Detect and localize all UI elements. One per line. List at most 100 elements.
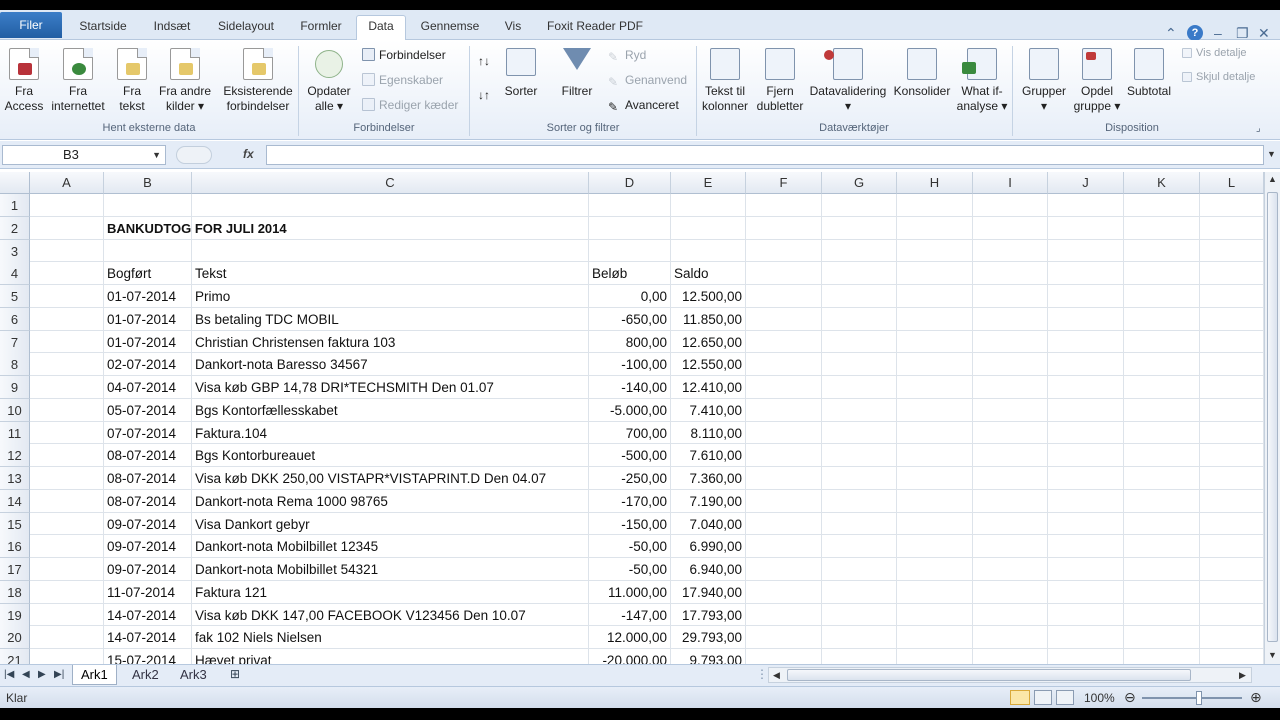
horizontal-scroll-thumb[interactable] [787, 669, 1191, 681]
cell-balance[interactable]: 7.360,00 [674, 467, 745, 490]
cell-date[interactable]: 08-07-2014 [107, 467, 191, 490]
cell-text[interactable]: Faktura.104 [195, 422, 588, 445]
clear-filter-button[interactable]: ✎ Ryd [608, 46, 646, 64]
column-header-b[interactable]: B [104, 172, 192, 194]
cell-date[interactable]: 01-07-2014 [107, 331, 191, 354]
edit-links-button[interactable]: Rediger kæder [362, 96, 458, 114]
vertical-scrollbar[interactable]: ▲ ▼ [1264, 172, 1280, 664]
from-web-button[interactable]: Fra internettet [46, 48, 110, 114]
header-cell-text[interactable]: Tekst [195, 262, 588, 285]
cell-text[interactable]: Christian Christensen faktura 103 [195, 331, 588, 354]
column-header-g[interactable]: G [822, 172, 897, 194]
data-validation-button[interactable]: Datavalidering ▾ [806, 48, 890, 114]
cell-amount[interactable]: -250,00 [592, 467, 670, 490]
scroll-right-icon[interactable]: ▶ [1239, 670, 1246, 681]
connections-button[interactable]: Forbindelser [362, 46, 446, 64]
cell-amount[interactable]: -50,00 [592, 558, 670, 581]
cell-date[interactable]: 14-07-2014 [107, 626, 191, 649]
row-header-12[interactable]: 12 [0, 444, 30, 468]
row-header-11[interactable]: 11 [0, 421, 30, 445]
cell-date[interactable]: 08-07-2014 [107, 444, 191, 467]
row-header-18[interactable]: 18 [0, 580, 30, 604]
filter-button[interactable]: Filtrer [556, 48, 598, 99]
cell-text[interactable]: Hævet privat [195, 649, 588, 664]
column-header-d[interactable]: D [589, 172, 671, 194]
column-header-e[interactable]: E [671, 172, 746, 194]
zoom-out-icon[interactable]: ⊖ [1124, 689, 1136, 706]
hide-detail-button[interactable]: Skjul detalje [1182, 68, 1255, 86]
cell-amount[interactable]: -650,00 [592, 308, 670, 331]
cell-amount[interactable]: -170,00 [592, 490, 670, 513]
cell-amount[interactable]: 11.000,00 [592, 581, 670, 604]
formula-input[interactable] [266, 145, 1264, 165]
horizontal-scrollbar[interactable]: ◀ ▶ [768, 667, 1252, 683]
cell-balance[interactable]: 12.410,00 [674, 376, 745, 399]
cell-amount[interactable]: -20.000,00 [592, 649, 670, 664]
advanced-filter-button[interactable]: ✎ Avanceret [608, 96, 679, 114]
cell-text[interactable]: Bs betaling TDC MOBIL [195, 308, 588, 331]
properties-button[interactable]: Egenskaber [362, 71, 443, 89]
row-header-15[interactable]: 15 [0, 512, 30, 536]
cell-date[interactable]: 01-07-2014 [107, 285, 191, 308]
cell-amount[interactable]: -140,00 [592, 376, 670, 399]
sort-button[interactable]: Sorter [500, 48, 542, 99]
cell-date[interactable]: 09-07-2014 [107, 535, 191, 558]
cell-text[interactable]: Primo [195, 285, 588, 308]
cell-text[interactable]: Dankort-nota Mobilbillet 12345 [195, 535, 588, 558]
reapply-button[interactable]: ✎ Genanvend [608, 71, 687, 89]
tab-review[interactable]: Gennemse [412, 16, 488, 40]
cell-text[interactable]: Dankort-nota Rema 1000 98765 [195, 490, 588, 513]
consolidate-button[interactable]: Konsolider [890, 48, 954, 99]
tab-insert[interactable]: Indsæt [144, 16, 200, 40]
row-header-14[interactable]: 14 [0, 489, 30, 513]
column-header-c[interactable]: C [192, 172, 589, 194]
first-sheet-icon[interactable]: |◀ [4, 669, 14, 680]
row-header-19[interactable]: 19 [0, 603, 30, 627]
cell-text[interactable]: Visa køb GBP 14,78 DRI*TECHSMITH Den 01.… [195, 376, 588, 399]
header-cell-balance[interactable]: Saldo [674, 262, 745, 285]
cell-amount[interactable]: -150,00 [592, 513, 670, 536]
cell-date[interactable]: 09-07-2014 [107, 558, 191, 581]
row-header-20[interactable]: 20 [0, 626, 30, 650]
cell-amount[interactable]: 0,00 [592, 285, 670, 308]
cell-text[interactable]: Bgs Kontorbureauet [195, 444, 588, 467]
cell-balance[interactable]: 7.610,00 [674, 444, 745, 467]
tab-view[interactable]: Vis [496, 16, 530, 40]
cell-balance[interactable]: 7.040,00 [674, 513, 745, 536]
tab-split-handle[interactable]: ⋮ [756, 667, 768, 681]
cell-balance[interactable]: 9.793,00 [674, 649, 745, 664]
cell-amount[interactable]: 800,00 [592, 331, 670, 354]
cell-balance[interactable]: 12.650,00 [674, 331, 745, 354]
existing-connections-button[interactable]: Eksisterende forbindelser [220, 48, 296, 114]
row-header-17[interactable]: 17 [0, 558, 30, 581]
zoom-slider-track[interactable] [1142, 697, 1242, 699]
cell-text[interactable]: Dankort-nota Baresso 34567 [195, 353, 588, 376]
header-cell-amount[interactable]: Beløb [592, 262, 670, 285]
cell-amount[interactable]: 700,00 [592, 422, 670, 445]
column-header-a[interactable]: A [30, 172, 104, 194]
show-detail-button[interactable]: Vis detalje [1182, 44, 1247, 62]
header-cell-date[interactable]: Bogført [107, 262, 191, 285]
cell-balance[interactable]: 12.550,00 [674, 353, 745, 376]
subtotal-button[interactable]: Subtotal [1122, 48, 1176, 99]
row-header-8[interactable]: 8 [0, 353, 30, 377]
cell-amount[interactable]: 12.000,00 [592, 626, 670, 649]
sort-z-to-a-icon[interactable]: ↓↑ [478, 86, 490, 104]
column-header-j[interactable]: J [1048, 172, 1124, 194]
remove-duplicates-button[interactable]: Fjern dubletter [754, 48, 806, 114]
formula-bar-expander[interactable] [176, 146, 212, 164]
normal-view-icon[interactable] [1010, 690, 1030, 705]
row-header-6[interactable]: 6 [0, 307, 30, 331]
zoom-level[interactable]: 100% [1084, 691, 1115, 705]
tab-formulas[interactable]: Formler [292, 16, 350, 40]
cell-amount[interactable]: -500,00 [592, 444, 670, 467]
sheet-title-cell[interactable]: BANKUDTOG FOR JULI 2014 [107, 217, 507, 240]
cell-date[interactable]: 05-07-2014 [107, 399, 191, 422]
tab-foxit-reader-pdf[interactable]: Foxit Reader PDF [538, 16, 652, 40]
cell-amount[interactable]: -50,00 [592, 535, 670, 558]
row-header-7[interactable]: 7 [0, 330, 30, 354]
previous-sheet-icon[interactable]: ◀ [22, 669, 30, 680]
scroll-left-icon[interactable]: ◀ [773, 670, 780, 681]
cell-date[interactable]: 02-07-2014 [107, 353, 191, 376]
column-header-k[interactable]: K [1124, 172, 1200, 194]
